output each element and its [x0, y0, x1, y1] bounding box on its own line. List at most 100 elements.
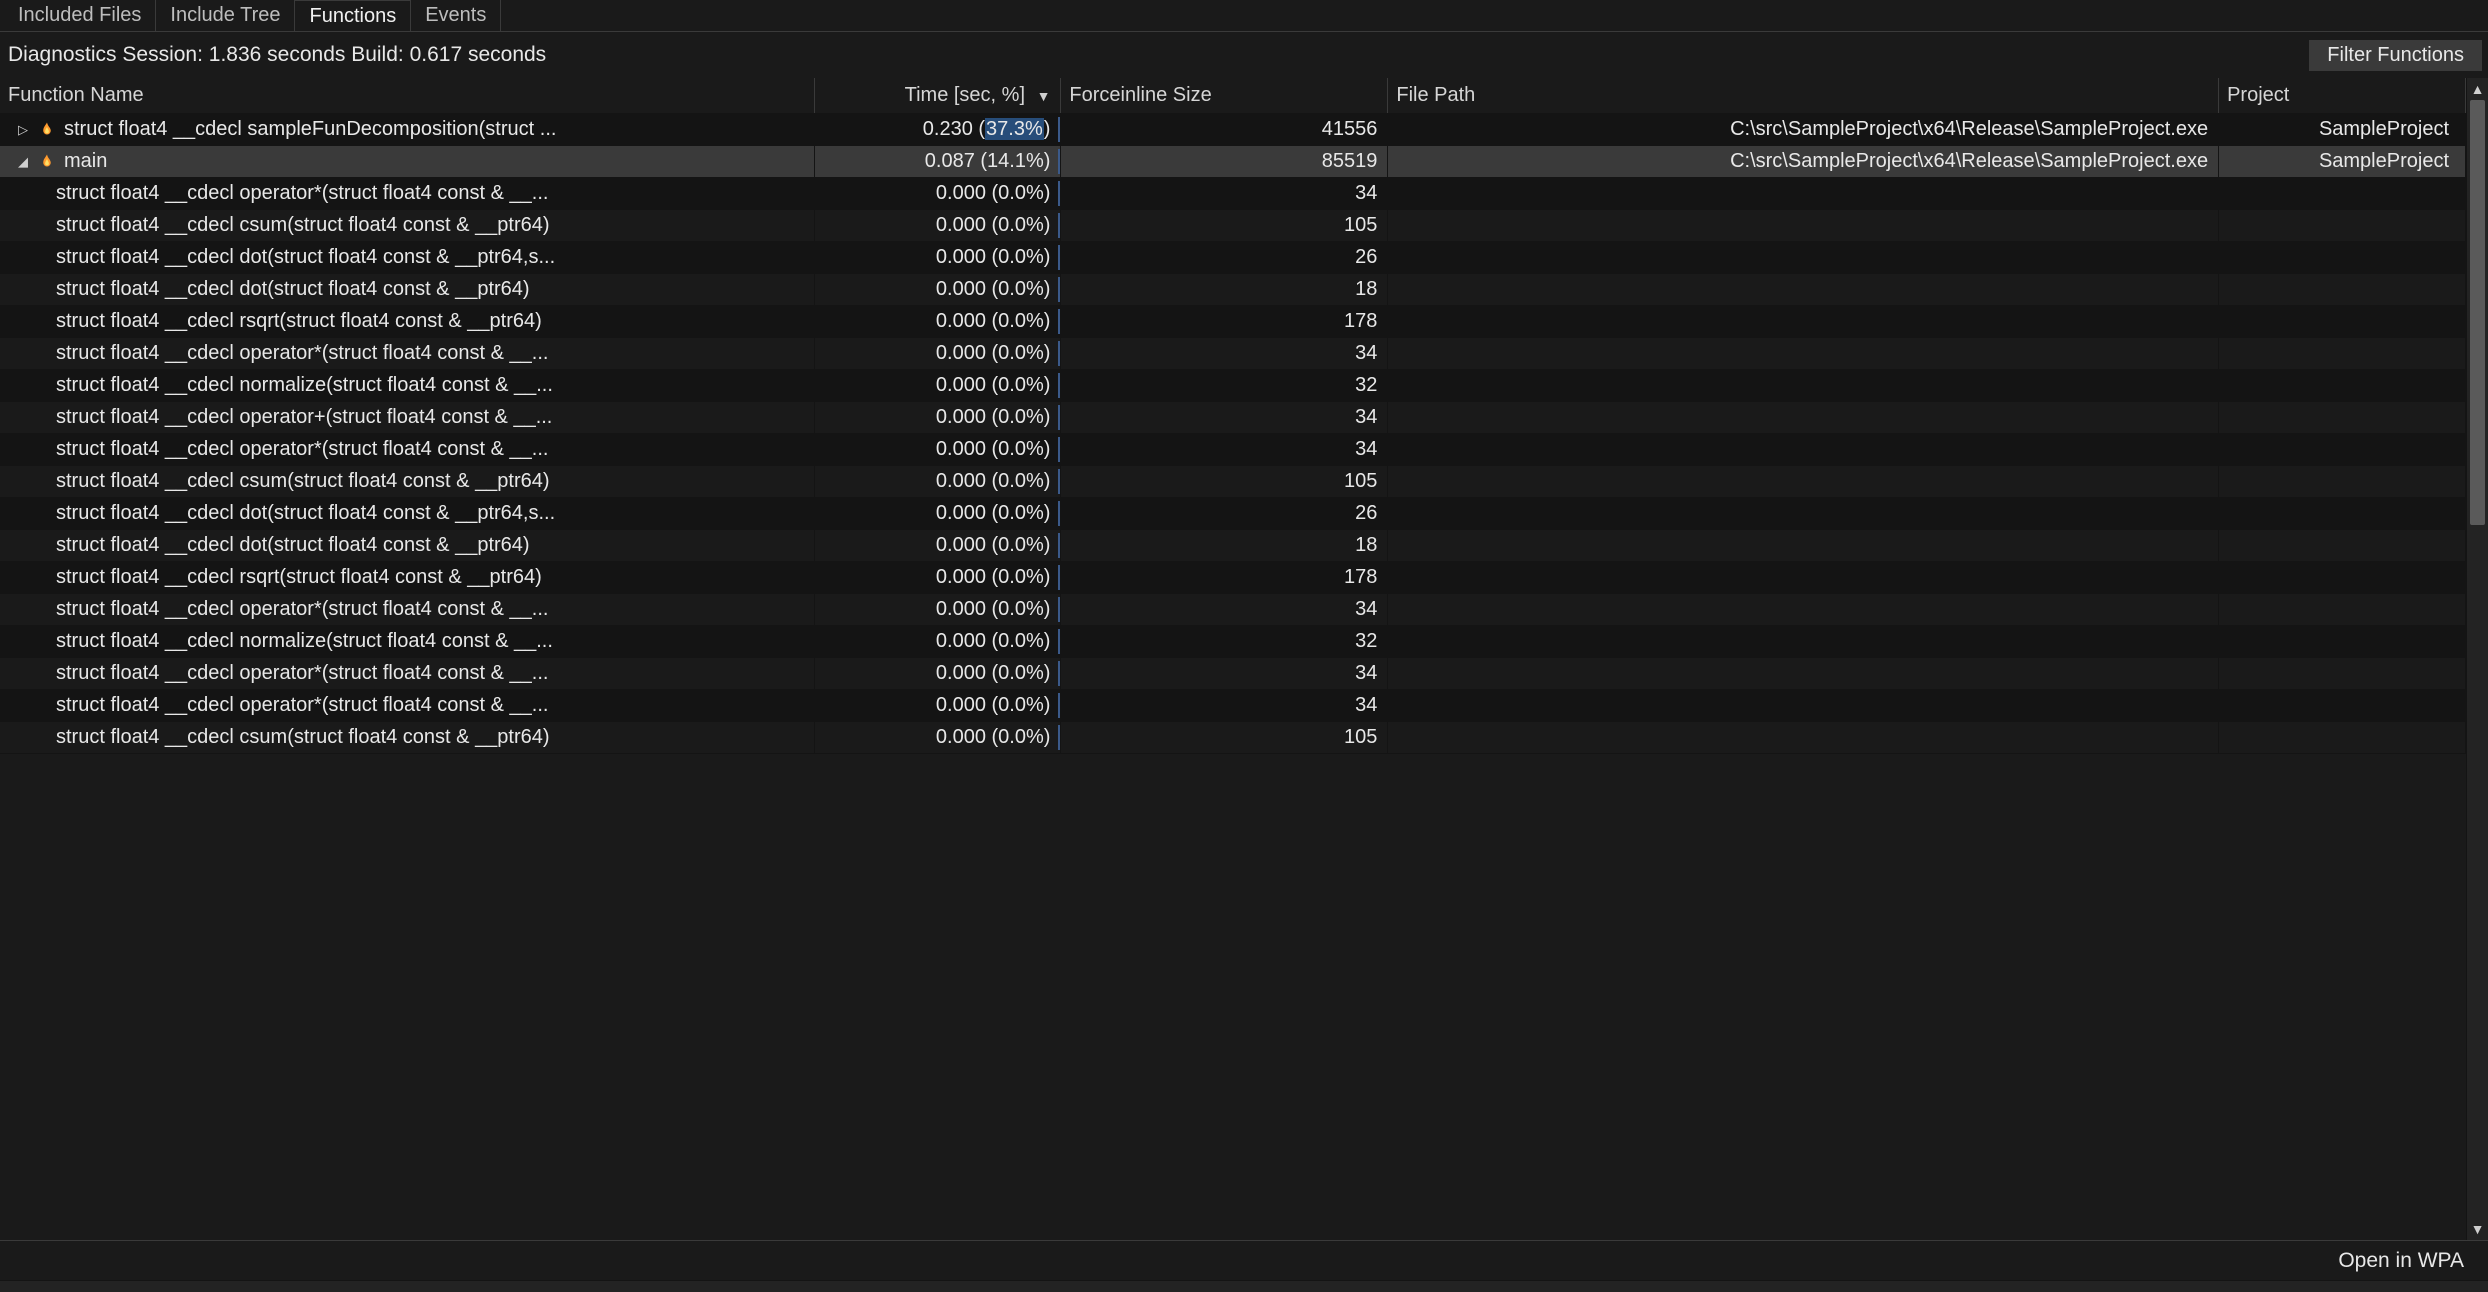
col-project[interactable]: Project	[2219, 78, 2466, 114]
tab-bar: Included Files Include Tree Functions Ev…	[0, 0, 2488, 32]
table-row[interactable]: struct float4 __cdecl rsqrt(struct float…	[0, 306, 2466, 338]
function-name-label: struct float4 __cdecl operator+(struct f…	[56, 406, 804, 429]
function-name-label: struct float4 __cdecl csum(struct float4…	[56, 214, 804, 237]
col-forceinline-size[interactable]: Forceinline Size	[1061, 78, 1388, 114]
function-name-label: struct float4 __cdecl dot(struct float4 …	[56, 502, 804, 525]
size-cell: 34	[1061, 658, 1388, 690]
build-value: 0.617 seconds	[410, 43, 547, 66]
table-row[interactable]: struct float4 __cdecl operator*(struct f…	[0, 178, 2466, 210]
size-cell: 34	[1061, 434, 1388, 466]
size-cell: 85519	[1061, 146, 1388, 178]
size-cell: 34	[1061, 178, 1388, 210]
project-cell: SampleProject	[2219, 146, 2466, 178]
path-cell	[1388, 658, 2219, 690]
function-name-label: struct float4 __cdecl csum(struct float4…	[56, 470, 804, 493]
project-cell	[2219, 370, 2466, 402]
time-cell: 0.000 (0.0%)	[814, 594, 1061, 626]
project-cell	[2219, 338, 2466, 370]
table-row[interactable]: struct float4 __cdecl operator*(struct f…	[0, 338, 2466, 370]
scroll-track[interactable]	[2467, 100, 2488, 1218]
time-cell: 0.000 (0.0%)	[814, 690, 1061, 722]
table-row[interactable]: struct float4 __cdecl dot(struct float4 …	[0, 530, 2466, 562]
tab-events[interactable]: Events	[411, 0, 501, 31]
table-row[interactable]: struct float4 __cdecl dot(struct float4 …	[0, 498, 2466, 530]
size-cell: 178	[1061, 562, 1388, 594]
table-row[interactable]: struct float4 __cdecl operator*(struct f…	[0, 594, 2466, 626]
col-function-name[interactable]: Function Name	[0, 78, 814, 114]
table-row[interactable]: struct float4 __cdecl operator+(struct f…	[0, 402, 2466, 434]
project-cell	[2219, 626, 2466, 658]
size-cell: 178	[1061, 306, 1388, 338]
caret-down-icon[interactable]: ◢	[16, 154, 30, 170]
function-name-label: struct float4 __cdecl operator*(struct f…	[56, 598, 804, 621]
time-cell: 0.000 (0.0%)	[814, 306, 1061, 338]
path-cell	[1388, 306, 2219, 338]
col-file-path[interactable]: File Path	[1388, 78, 2219, 114]
project-cell	[2219, 498, 2466, 530]
table-row[interactable]: struct float4 __cdecl operator*(struct f…	[0, 658, 2466, 690]
path-cell: C:\src\SampleProject\x64\Release\SampleP…	[1388, 114, 2219, 146]
path-cell	[1388, 594, 2219, 626]
sort-desc-icon: ▼	[1037, 88, 1051, 104]
table-row[interactable]: struct float4 __cdecl csum(struct float4…	[0, 466, 2466, 498]
function-name-label: main	[64, 150, 804, 173]
path-cell	[1388, 562, 2219, 594]
tab-included-files[interactable]: Included Files	[4, 0, 156, 31]
time-cell: 0.000 (0.0%)	[814, 242, 1061, 274]
table-row[interactable]: struct float4 __cdecl operator*(struct f…	[0, 690, 2466, 722]
col-time[interactable]: Time [sec, %] ▼	[814, 78, 1061, 114]
functions-table: Function Name Time [sec, %] ▼ Forceinlin…	[0, 78, 2466, 754]
scroll-up-icon[interactable]: ▲	[2467, 78, 2488, 100]
path-cell	[1388, 530, 2219, 562]
project-cell	[2219, 210, 2466, 242]
function-name-label: struct float4 __cdecl csum(struct float4…	[56, 726, 804, 749]
function-name-label: struct float4 __cdecl operator*(struct f…	[56, 182, 804, 205]
table-row[interactable]: struct float4 __cdecl normalize(struct f…	[0, 626, 2466, 658]
time-cell: 0.087 (14.1%)	[814, 146, 1061, 178]
time-cell: 0.000 (0.0%)	[814, 562, 1061, 594]
time-cell: 0.000 (0.0%)	[814, 210, 1061, 242]
size-cell: 32	[1061, 626, 1388, 658]
function-name-label: struct float4 __cdecl sampleFunDecomposi…	[64, 118, 804, 141]
table-row[interactable]: struct float4 __cdecl normalize(struct f…	[0, 370, 2466, 402]
table-row[interactable]: struct float4 __cdecl dot(struct float4 …	[0, 274, 2466, 306]
function-name-label: struct float4 __cdecl operator*(struct f…	[56, 694, 804, 717]
project-cell: SampleProject	[2219, 114, 2466, 146]
scroll-thumb[interactable]	[2470, 100, 2485, 525]
table-row[interactable]: struct float4 __cdecl csum(struct float4…	[0, 722, 2466, 754]
project-cell	[2219, 530, 2466, 562]
time-cell: 0.000 (0.0%)	[814, 370, 1061, 402]
function-name-label: struct float4 __cdecl operator*(struct f…	[56, 438, 804, 461]
table-row[interactable]: struct float4 __cdecl rsqrt(struct float…	[0, 562, 2466, 594]
size-cell: 34	[1061, 338, 1388, 370]
scroll-down-icon[interactable]: ▼	[2467, 1218, 2488, 1240]
function-name-label: struct float4 __cdecl normalize(struct f…	[56, 630, 804, 653]
time-cell: 0.000 (0.0%)	[814, 530, 1061, 562]
table-row[interactable]: struct float4 __cdecl operator*(struct f…	[0, 434, 2466, 466]
size-cell: 105	[1061, 466, 1388, 498]
tab-include-tree[interactable]: Include Tree	[156, 0, 295, 31]
diag-prefix: Diagnostics Session:	[8, 43, 209, 66]
size-cell: 32	[1061, 370, 1388, 402]
project-cell	[2219, 434, 2466, 466]
tab-functions[interactable]: Functions	[295, 0, 411, 31]
path-cell	[1388, 178, 2219, 210]
project-cell	[2219, 466, 2466, 498]
table-row[interactable]: ◢main0.087 (14.1%)85519C:\src\SampleProj…	[0, 146, 2466, 178]
size-cell: 34	[1061, 690, 1388, 722]
col-time-label: Time [sec, %]	[905, 84, 1025, 106]
size-cell: 18	[1061, 274, 1388, 306]
vertical-scrollbar[interactable]: ▲ ▼	[2466, 78, 2488, 1240]
caret-right-icon[interactable]: ▷	[16, 122, 30, 138]
table-row[interactable]: ▷ struct float4 __cdecl sampleFunDecompos…	[0, 114, 2466, 146]
table-row[interactable]: struct float4 __cdecl csum(struct float4…	[0, 210, 2466, 242]
table-row[interactable]: struct float4 __cdecl dot(struct float4 …	[0, 242, 2466, 274]
path-cell	[1388, 626, 2219, 658]
open-in-wpa-link[interactable]: Open in WPA	[2338, 1249, 2464, 1273]
size-cell: 105	[1061, 210, 1388, 242]
filter-functions-button[interactable]: Filter Functions	[2309, 40, 2482, 71]
path-cell	[1388, 722, 2219, 754]
build-prefix: Build:	[345, 43, 409, 66]
path-cell	[1388, 466, 2219, 498]
project-cell	[2219, 594, 2466, 626]
